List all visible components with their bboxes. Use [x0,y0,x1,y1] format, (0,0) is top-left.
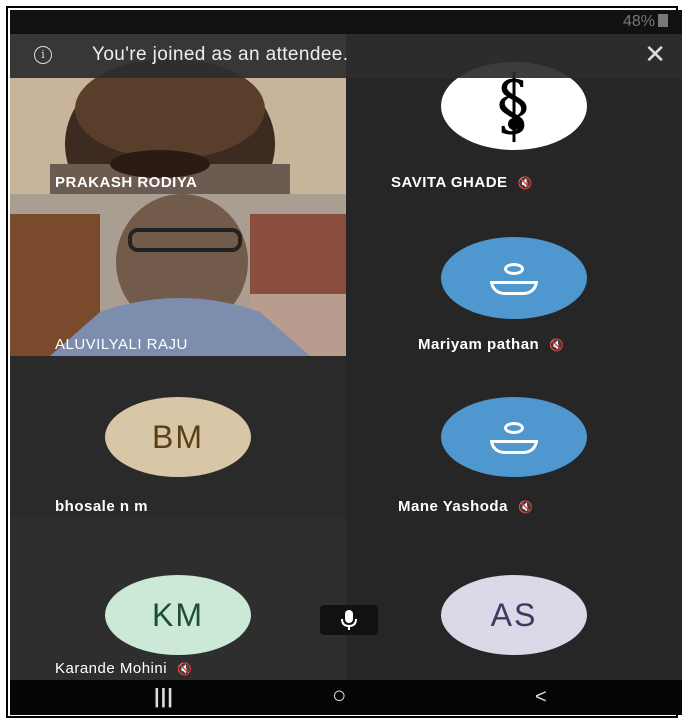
back-button[interactable]: < [535,686,547,709]
muted-mic-icon: 🔇 [549,338,565,352]
muted-mic-icon: 🔇 [517,500,534,514]
participant-name: Karande Mohini 🔇 [55,660,193,677]
muted-mic-icon: 🔇 [177,662,193,676]
battery-indicator: 48% [623,13,668,31]
participant-tile-bm[interactable]: BM bhosale n m [10,356,346,518]
close-icon[interactable]: ✕ [644,40,666,68]
participant-name: Mane Yashoda 🔇 [398,498,534,515]
android-nav-bar: ||| ○ < [10,680,682,715]
person-icon [490,422,538,454]
microphone-button[interactable] [320,605,378,635]
participant-tile-mane[interactable]: Mane Yashoda 🔇 [346,356,682,518]
banner-message: You're joined as an attendee. [92,44,349,65]
participant-name: Mariyam pathan 🔇 [418,336,565,353]
battery-level: 48% [622,13,655,30]
participant-name: PRAKASH RODIYA [55,174,198,191]
person-icon [490,263,538,295]
info-icon: i [34,46,52,64]
avatar-initials: AS [490,596,538,633]
status-bar: 48% [10,10,682,34]
meeting-screen: 48% PRAKASH RODIYA § SAVITA GHADE 🔇 ALUV… [10,10,682,715]
participant-tile-as[interactable]: AS [346,518,682,680]
microphone-icon [341,610,357,630]
avatar-initials: KM [152,596,204,633]
initials-avatar: AS [441,575,587,655]
participant-tile-km[interactable]: KM Karande Mohini 🔇 [10,518,346,680]
participant-tile-mariyam[interactable]: Mariyam pathan 🔇 [346,194,682,356]
participant-avatar [441,397,587,477]
initials-avatar: KM [105,575,251,655]
participant-name: bhosale n m [55,498,149,515]
avatar-initials: BM [152,418,204,455]
music-logo-icon: § [497,67,530,144]
participant-name: SAVITA GHADE 🔇 [391,174,534,191]
recents-button[interactable]: ||| [154,686,174,709]
home-button[interactable]: ○ [332,682,347,710]
battery-icon [658,14,668,27]
muted-mic-icon: 🔇 [517,176,534,190]
participant-name: ALUVILYALI RAJU [55,336,188,353]
initials-avatar: BM [105,397,251,477]
participant-avatar [441,237,587,319]
attendee-banner: i You're joined as an attendee. ✕ [10,34,682,78]
video-feed [10,194,346,356]
participant-tile-video[interactable]: ALUVILYALI RAJU [10,194,346,356]
